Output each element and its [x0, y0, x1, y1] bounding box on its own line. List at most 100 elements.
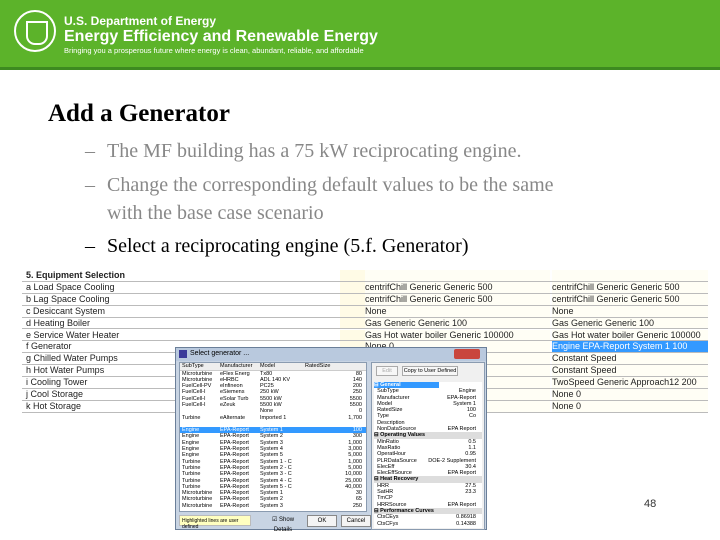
- list-cell: Microturbine: [182, 490, 213, 497]
- table-row: a Load Space Cooling centrifChill Generic…: [22, 281, 708, 294]
- list-cell: 3,000: [348, 446, 362, 453]
- dialog-title: Select generator ...: [190, 350, 250, 357]
- list-cell: 5,000: [348, 452, 362, 459]
- bullet: – Select a reciprocating engine (5.f. Gen…: [85, 235, 469, 257]
- list-cell: eInfineon: [220, 383, 243, 390]
- proposed-value-cell[interactable]: Gas Generic Generic 100: [552, 317, 708, 329]
- list-cell: Engine: [182, 433, 200, 440]
- property-row[interactable]: CtsCFys 0.14388: [374, 521, 482, 527]
- show-details-checkbox[interactable]: ☑ Show Details: [263, 515, 303, 533]
- edit-button[interactable]: Edit: [376, 366, 398, 376]
- list-cell: 0: [358, 408, 362, 415]
- cell: [340, 270, 365, 281]
- list-cell: 1,000: [348, 458, 362, 465]
- list-cell: Microturbine: [182, 376, 213, 383]
- list-cell: FuelCell-I: [182, 389, 206, 396]
- row-label: d Heating Boiler: [26, 317, 91, 328]
- current-value-cell[interactable]: [365, 270, 550, 281]
- list-cell: Manufacturer: [220, 363, 253, 369]
- list-cell: FuelCell-PV: [182, 383, 212, 390]
- list-cell: System 5 - C: [260, 483, 292, 490]
- list-cell: RatedSize: [305, 363, 331, 369]
- proposed-value-cell[interactable]: TwoSpeed Generic Approach12 200: [552, 377, 708, 388]
- list-cell: 1,700: [348, 414, 362, 421]
- list-cell: Microturbine: [182, 370, 213, 377]
- current-value-cell[interactable]: centrifChill Generic Generic 500: [365, 281, 550, 293]
- list-cell: 200: [352, 383, 362, 390]
- list-cell: 80: [355, 370, 362, 377]
- cell: [340, 317, 365, 329]
- current-value-cell[interactable]: None: [365, 305, 550, 317]
- proposed-value-cell[interactable]: Constant Speed: [552, 365, 708, 377]
- list-cell: Turbine: [182, 458, 201, 465]
- list-cell: eFlex Energ: [220, 370, 250, 377]
- cancel-button[interactable]: Cancel: [341, 515, 371, 527]
- proposed-value-cell[interactable]: None 0: [552, 389, 708, 400]
- table-row: d Heating Boiler Gas Generic Generic 100 G…: [22, 317, 708, 330]
- bullet: – The MF building has a 75 kW reciprocati…: [85, 140, 522, 162]
- proposed-value-cell[interactable]: centrifChill Generic Generic 500: [552, 281, 708, 293]
- list-header[interactable]: SubType Manufacturer Model RatedSize: [180, 363, 366, 371]
- current-value-cell[interactable]: Gas Generic Generic 100: [365, 317, 550, 329]
- proposed-value-cell[interactable]: centrifChill Generic Generic 500: [552, 293, 708, 305]
- doe-seal-icon: [14, 10, 56, 52]
- cell: [340, 329, 365, 341]
- list-cell: 250: [352, 389, 362, 396]
- cell: [340, 293, 365, 305]
- bullet-continuation: with the base case scenario: [107, 202, 324, 224]
- proposed-value-cell[interactable]: Gas Hot water boiler Generic 100000: [552, 329, 708, 341]
- list-cell: ADL 140 KV: [260, 376, 291, 383]
- list-cell: eSiemens: [220, 389, 245, 396]
- copy-to-user-defined-button[interactable]: Copy to User Defined: [402, 366, 458, 376]
- current-value-cell[interactable]: Gas Hot water boiler Generic 100000: [365, 329, 550, 341]
- list-row[interactable]: Microturbine EPA-Report System 3 250: [180, 503, 366, 509]
- proposed-value-cell[interactable]: [552, 270, 708, 281]
- list-cell: 250 kW: [260, 389, 279, 396]
- list-cell: eAlternate: [220, 414, 246, 421]
- list-cell: EPA-Report: [220, 471, 249, 478]
- list-cell: System 2 - C: [260, 464, 292, 471]
- list-cell: Turbine: [182, 414, 201, 421]
- ok-button[interactable]: OK: [307, 515, 337, 527]
- current-value-cell[interactable]: centrifChill Generic Generic 500: [365, 293, 550, 305]
- list-cell: EPA-Report: [220, 458, 249, 465]
- row-label: e Service Water Heater: [26, 329, 120, 340]
- list-cell: EPA-Report: [220, 502, 249, 509]
- proposed-value-cell[interactable]: Engine EPA-Report System 1 100: [552, 341, 708, 353]
- list-cell: System 1: [260, 490, 283, 497]
- doe-eere-banner: U.S. Department of Energy Energy Efficie…: [0, 0, 720, 70]
- list-cell: System 3: [260, 502, 283, 509]
- list-cell: Tx80: [260, 370, 273, 377]
- row-label: b Lag Space Cooling: [26, 293, 110, 304]
- list-cell: Turbine: [182, 483, 201, 490]
- table-row: c Desiccant System None None: [22, 305, 708, 318]
- list-cell: EPA-Report: [220, 483, 249, 490]
- list-cell: eZeuk: [220, 401, 236, 408]
- proposed-value-cell[interactable]: Constant Speed: [552, 353, 708, 365]
- list-cell: System 3 - C: [260, 471, 292, 478]
- property-grid[interactable]: ⊟ General SubType Engine Manufacturer EPA-…: [374, 382, 482, 528]
- list-cell: EPA-Report: [220, 452, 249, 459]
- list-cell: FuelCell-I: [182, 395, 206, 402]
- list-cell: System 2: [260, 433, 283, 440]
- close-button[interactable]: [454, 349, 480, 359]
- list-cell: 25,000: [345, 477, 362, 484]
- list-cell: 100: [352, 427, 362, 434]
- slide-title: Add a Generator: [48, 100, 230, 127]
- proposed-value-cell[interactable]: None: [552, 305, 708, 317]
- dialog-titlebar[interactable]: Select generator ...: [176, 348, 486, 361]
- generator-list[interactable]: SubType Manufacturer Model RatedSize Microtu…: [179, 362, 367, 512]
- list-cell: Microturbine: [182, 496, 213, 503]
- list-cell: Engine: [182, 427, 200, 434]
- proposed-value-cell[interactable]: None 0: [552, 400, 708, 412]
- list-cell: System 1: [260, 427, 283, 434]
- list-cell: FuelCell-I: [182, 401, 206, 408]
- table-row: b Lag Space Cooling centrifChill Generic …: [22, 293, 708, 306]
- list-cell: Turbine: [182, 464, 201, 471]
- list-cell: 5500 kW: [260, 401, 282, 408]
- tagline: Bringing you a prosperous future where e…: [64, 46, 364, 55]
- list-cell: 140: [352, 376, 362, 383]
- properties-panel: Edit Copy to User Defined ⊟ General SubT…: [371, 362, 485, 530]
- list-cell: Imported 1: [260, 414, 287, 421]
- page-number: 48: [644, 498, 657, 510]
